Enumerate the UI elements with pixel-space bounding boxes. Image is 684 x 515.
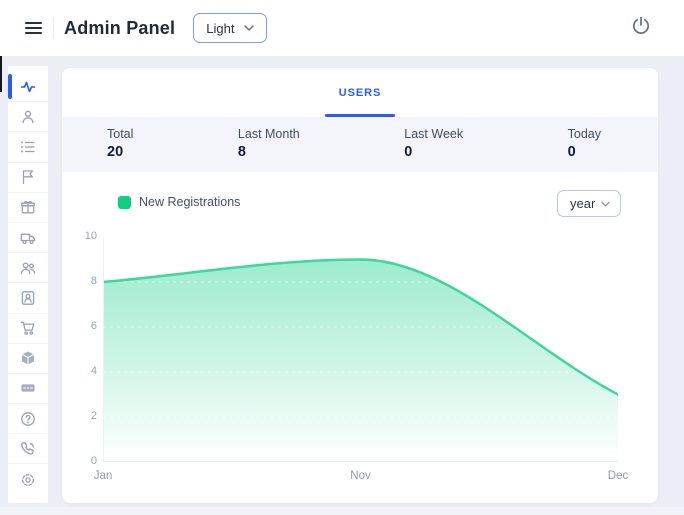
chevron-down-icon (244, 25, 254, 31)
stat-label: Last Month (238, 127, 300, 141)
chevron-down-icon (601, 201, 610, 207)
sidebar-item-user-card[interactable] (8, 283, 48, 313)
flag-icon (20, 169, 36, 185)
range-selector-value: year (570, 196, 595, 211)
sidebar-item-user[interactable] (8, 102, 48, 132)
tab-active-underline (325, 114, 395, 117)
list-icon (20, 139, 36, 155)
sidebar-item-flag[interactable] (8, 163, 48, 193)
stat-label: Last Week (404, 127, 463, 141)
x-axis-label: Dec (608, 470, 628, 482)
stat-value: 8 (238, 144, 300, 160)
user-icon (20, 109, 36, 125)
sidebar-item-package[interactable] (8, 344, 48, 374)
y-axis-label: 8 (67, 275, 97, 287)
chart-section: New Registrations year 0246810 JanNovDec (62, 172, 658, 503)
cart-icon (20, 320, 36, 336)
hamburger-menu-icon[interactable] (25, 19, 42, 38)
truck-icon (20, 230, 36, 246)
tab-users[interactable]: USERS (335, 68, 385, 117)
x-axis-label: Jan (94, 470, 113, 482)
legend-label: New Registrations (139, 195, 240, 209)
sidebar-item-users[interactable] (8, 253, 48, 283)
wallet-icon (20, 380, 36, 396)
power-icon[interactable] (630, 15, 652, 37)
chart-legend: New Registrations (118, 194, 240, 210)
y-axis-label: 2 (67, 410, 97, 422)
y-axis-label: 10 (67, 230, 97, 242)
sidebar (8, 66, 48, 503)
stat-total: Total 20 (107, 127, 133, 172)
y-axis: 0246810 (67, 237, 97, 462)
y-axis-label: 4 (67, 365, 97, 377)
sidebar-item-settings[interactable] (8, 464, 48, 494)
app-header: Admin Panel Light (0, 0, 684, 56)
theme-selector-value: Light (206, 21, 234, 36)
activity-icon (20, 79, 36, 95)
horizontal-scrollbar-track[interactable] (0, 507, 684, 515)
sidebar-item-cart[interactable] (8, 314, 48, 344)
sidebar-item-list[interactable] (8, 132, 48, 162)
legend-swatch (118, 196, 131, 209)
sidebar-item-truck[interactable] (8, 223, 48, 253)
y-axis-label: 6 (67, 320, 97, 332)
stat-value: 0 (404, 144, 463, 160)
stat-value: 20 (107, 144, 133, 160)
stats-summary: Total 20 Last Month 8 Last Week 0 Today 0 (62, 117, 658, 172)
range-selector[interactable]: year (557, 190, 621, 217)
stat-value: 0 (568, 144, 601, 160)
stat-label: Today (568, 127, 601, 141)
sidebar-item-gift[interactable] (8, 193, 48, 223)
user-card-icon (20, 290, 36, 306)
main-card: USERS Total20Last Month8Last Week0Today0… (62, 68, 658, 503)
area-chart: 0246810 JanNovDec (103, 237, 618, 462)
stat-today: Today 0 (568, 127, 601, 172)
settings-icon (20, 472, 36, 488)
scrollbar-thumb[interactable] (0, 56, 2, 92)
sidebar-item-phone[interactable] (8, 434, 48, 464)
help-icon (20, 411, 36, 427)
y-axis-label: 0 (67, 455, 97, 467)
tab-users-label: USERS (339, 87, 381, 99)
tab-bar: USERS (62, 68, 658, 117)
theme-selector[interactable]: Light (193, 13, 267, 43)
gift-icon (20, 199, 36, 215)
active-indicator (8, 74, 12, 99)
users-icon (20, 260, 36, 276)
x-axis-label: Nov (350, 470, 370, 482)
sidebar-item-wallet[interactable] (8, 374, 48, 404)
header-divider (53, 17, 54, 39)
stat-last-week: Last Week 0 (404, 127, 463, 172)
sidebar-item-help[interactable] (8, 404, 48, 434)
package-icon (20, 350, 36, 366)
phone-icon (20, 441, 36, 457)
area-chart-svg (103, 237, 618, 462)
app-title: Admin Panel (64, 18, 175, 39)
sidebar-item-activity[interactable] (8, 72, 48, 102)
stat-label: Total (107, 127, 133, 141)
stat-last-month: Last Month 8 (238, 127, 300, 172)
